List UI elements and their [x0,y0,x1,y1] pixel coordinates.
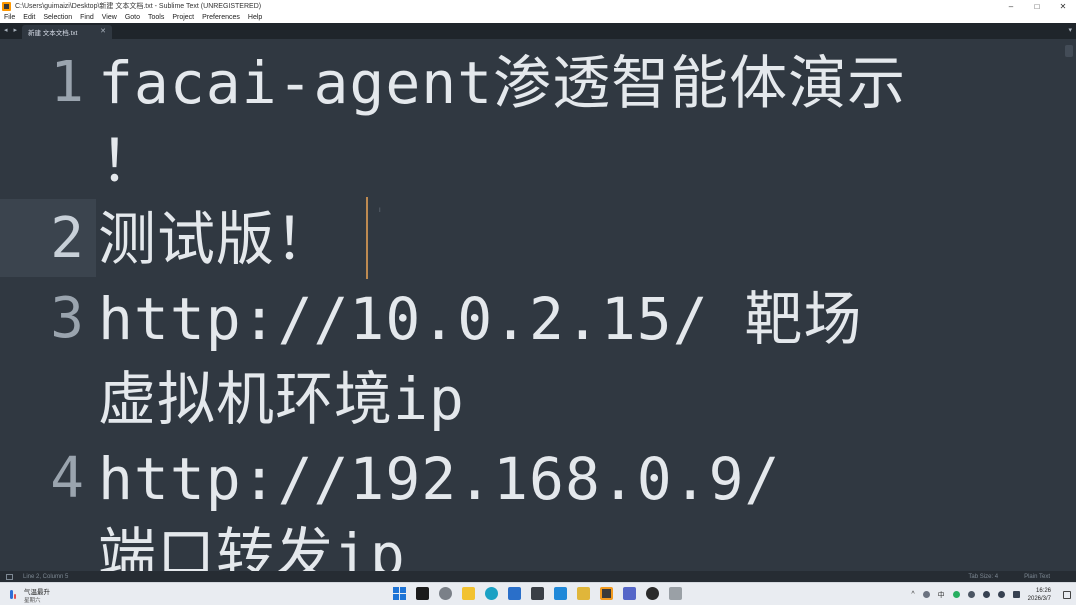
code-line-4a[interactable]: http://192.168.0.9/ [98,439,780,519]
battery-icon[interactable] [1012,591,1020,598]
tab-bar: ◂ ▸ 新建 文本文档.txt ✕ ▾ [0,23,1076,39]
taskbar-apps [393,587,692,600]
line-number-3: 3 [50,286,84,351]
volume-icon[interactable] [997,591,1005,598]
menu-bar: File Edit Selection Find View Goto Tools… [0,12,1076,23]
line-number-1: 1 [50,50,84,115]
title-bar: C:\Users\guimaizi\Desktop\新建 文本文档.txt - … [0,0,1076,12]
menu-tools[interactable]: Tools [144,14,168,21]
editor-area[interactable]: 1 facai-agent渗透智能体演示 ！ 2 测试版！ I 3 http:/… [0,39,1076,571]
menu-help[interactable]: Help [244,14,266,21]
line-number-4: 4 [50,446,84,511]
windows-taskbar: 气温最升 星期六 ^ 中 16:26 2026/3/7 [0,582,1076,605]
settings-gear-icon[interactable] [439,587,452,600]
code-line-3b[interactable]: 虚拟机环境ip [98,359,465,439]
ibeam-cursor-icon: I [379,208,381,214]
microphone-icon[interactable] [922,591,930,598]
code-line-3a[interactable]: http://10.0.2.15/ 靶场 [98,279,863,359]
maximize-button[interactable]: □ [1024,0,1050,12]
snipping-tool-icon[interactable] [669,587,682,600]
close-button[interactable]: ✕ [1050,0,1076,12]
store-icon[interactable] [508,587,521,600]
code-line-1b[interactable]: ！ [100,121,159,201]
tab-nav-arrows-icon[interactable]: ◂ ▸ [4,26,19,34]
system-clock[interactable]: 16:26 2026/3/7 [1028,587,1051,603]
notification-icon[interactable] [1063,590,1071,599]
menu-goto[interactable]: Goto [121,14,144,21]
window-controls: – □ ✕ [998,0,1076,12]
weather-widget[interactable]: 气温最升 星期六 [8,586,50,604]
code-line-1a[interactable]: facai-agent渗透智能体演示 [98,43,906,123]
menu-edit[interactable]: Edit [19,14,39,21]
tab-dropdown-icon[interactable]: ▾ [1068,26,1072,34]
pen-app-icon[interactable] [623,587,636,600]
menu-project[interactable]: Project [168,14,198,21]
github-icon[interactable] [646,587,659,600]
weather-status: 气温最升 [24,589,50,596]
vertical-scrollbar[interactable] [1062,39,1076,571]
system-tray: ^ 中 16:26 2026/3/7 [911,583,1076,605]
weather-day: 星期六 [24,598,41,604]
code-line-4b[interactable]: 端口转发ip [98,515,406,571]
panel-toggle-icon[interactable] [6,573,13,580]
syntax-selector[interactable]: Plain Text [1024,574,1050,580]
windows-start-icon[interactable] [393,587,406,600]
clock-time: 16:26 [1035,587,1051,594]
status-bar: Line 2, Column 5 Tab Size: 4 Plain Text [0,571,1076,582]
edge-browser-icon[interactable] [485,587,498,600]
ime-indicator[interactable]: 中 [938,590,945,600]
security-icon[interactable] [952,591,960,598]
sublime-app-icon [2,1,11,11]
minimize-button[interactable]: – [998,0,1024,12]
wifi-icon[interactable] [982,591,990,598]
tab-active-file[interactable]: 新建 文本文档.txt ✕ [22,25,112,39]
thermometer-icon [8,589,18,601]
clock-date: 2026/3/7 [1027,595,1051,602]
task-view-icon[interactable] [416,587,429,600]
window-title: C:\Users\guimaizi\Desktop\新建 文本文档.txt - … [15,3,262,10]
vscode-icon[interactable] [554,587,567,600]
menu-preferences[interactable]: Preferences [198,14,244,21]
menu-selection[interactable]: Selection [39,14,76,21]
tab-size-selector[interactable]: Tab Size: 4 [968,574,998,580]
tab-label: 新建 文本文档.txt [28,30,78,37]
notepad-icon[interactable] [577,587,590,600]
tab-close-icon[interactable]: ✕ [100,27,106,35]
cursor-position: Line 2, Column 5 [23,573,69,580]
line-number-2: 2 [50,206,84,271]
terminal-icon[interactable] [531,587,544,600]
menu-view[interactable]: View [98,14,121,21]
menu-find[interactable]: Find [76,14,98,21]
text-caret [366,197,368,279]
tray-overflow-icon[interactable]: ^ [911,591,914,598]
file-explorer-icon[interactable] [462,587,475,600]
app-tray-icon[interactable] [967,591,975,598]
code-line-2[interactable]: 测试版！ [98,199,334,279]
sublime-text-icon[interactable] [600,587,613,600]
scroll-thumb[interactable] [1065,45,1073,57]
menu-file[interactable]: File [0,14,19,21]
